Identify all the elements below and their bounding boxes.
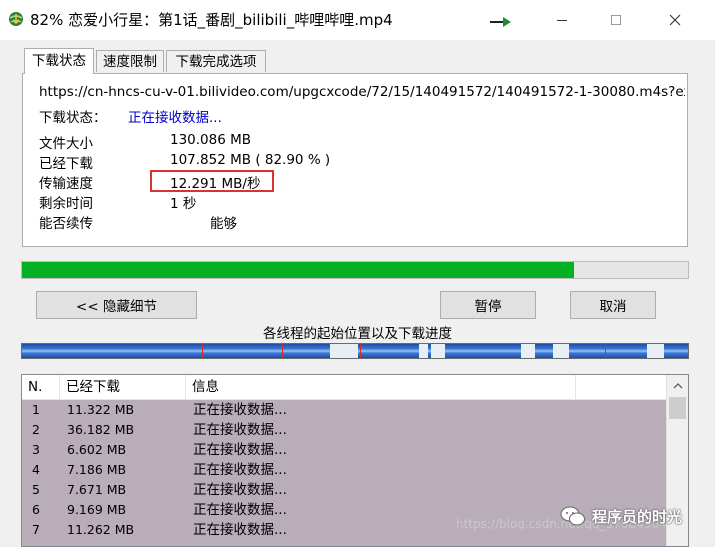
minimize-button[interactable] [539,0,585,40]
close-icon [669,14,681,26]
download-status-panel: https://cn-hncs-cu-v-01.bilivideo.com/up… [22,73,688,247]
row-info: 正在接收数据... [193,462,287,478]
maximize-icon [611,15,621,25]
row-info: 正在接收数据... [193,482,287,498]
downloaded-label: 已经下载 [39,156,93,172]
remaining-time-label: 剩余时间 [39,196,93,212]
threads-title: 各线程的起始位置以及下载进度 [263,326,452,342]
row-downloaded: 9.169 MB [67,502,127,517]
close-button[interactable] [652,0,698,40]
thread-gap [419,344,428,358]
column-header-n[interactable]: N. [22,375,60,399]
speed-value: 12.291 MB/秒 [170,176,261,192]
title-bar: 82% 恋爱小行星：第1话_番剧_bilibili_哔哩哔哩.mp4 [0,0,715,40]
thread-gap [431,344,445,358]
row-number: 7 [32,522,40,537]
thread-gap [553,344,569,358]
cancel-button[interactable]: 取消 [570,291,656,319]
row-number: 2 [32,422,40,437]
pause-button[interactable]: 暂停 [440,291,536,319]
row-number: 1 [32,402,40,417]
list-row[interactable]: 2 36.182 MB 正在接收数据... [22,420,667,440]
minimize-icon [557,20,567,21]
resume-label: 能否续传 [39,216,93,232]
row-info: 正在接收数据... [193,422,287,438]
thread-gap [330,344,358,358]
tab-download-status[interactable]: 下载状态 [24,48,94,74]
download-url: https://cn-hncs-cu-v-01.bilivideo.com/up… [39,84,685,100]
row-downloaded: 36.182 MB [67,422,135,437]
thread-gap [647,344,664,358]
row-info: 正在接收数据... [193,522,287,538]
globe-download-icon [9,12,23,26]
thread-marker [202,344,203,358]
list-row[interactable]: 4 7.186 MB 正在接收数据... [22,460,667,480]
scroll-thumb[interactable] [669,397,686,419]
row-downloaded: 7.186 MB [67,462,127,477]
status-label: 下载状态： [39,110,107,126]
scroll-up-button[interactable] [667,375,688,396]
row-downloaded: 11.322 MB [67,402,135,417]
watermark-brand: 程序员的时光 [560,505,682,527]
resume-value: 能够 [210,216,237,232]
maximize-button[interactable] [593,0,639,40]
chevron-up-icon [673,382,682,388]
list-row[interactable]: 5 7.671 MB 正在接收数据... [22,480,667,500]
tab-speed-limit[interactable]: 速度限制 [96,50,164,72]
speed-label: 传输速度 [39,176,93,192]
downloaded-value: 107.852 MB ( 82.90 % ) [170,152,331,168]
column-header-downloaded[interactable]: 已经下载 [60,375,186,399]
download-progress-fill [22,262,575,278]
row-downloaded: 11.262 MB [67,522,135,537]
list-header: N. 已经下载 信息 [22,375,667,400]
arrow-right-icon[interactable] [490,14,512,28]
thread-progress-bar [21,343,689,359]
row-number: 3 [32,442,40,457]
window-title: 82% 恋爱小行星：第1话_番剧_bilibili_哔哩哔哩.mp4 [30,11,393,29]
list-row[interactable]: 1 11.322 MB 正在接收数据... [22,400,667,420]
thread-marker [282,344,283,358]
remaining-time-value: 1 秒 [170,196,197,212]
list-row[interactable]: 3 6.602 MB 正在接收数据... [22,440,667,460]
file-size-value: 130.086 MB [170,132,252,148]
row-number: 4 [32,462,40,477]
thread-marker [605,344,606,358]
row-downloaded: 6.602 MB [67,442,127,457]
wechat-icon [560,506,585,526]
thread-marker [360,344,361,358]
row-info: 正在接收数据... [193,502,287,518]
column-header-info[interactable]: 信息 [186,375,576,399]
hide-details-button[interactable]: << 隐藏细节 [36,291,197,319]
row-info: 正在接收数据... [193,402,287,418]
row-info: 正在接收数据... [193,442,287,458]
thread-gap [521,344,535,358]
status-value: 正在接收数据... [128,110,222,126]
tab-completion-options[interactable]: 下载完成选项 [166,50,266,72]
watermark-brand-text: 程序员的时光 [592,507,683,526]
download-progress-bar [21,261,689,279]
file-size-label: 文件大小 [39,136,93,152]
row-number: 6 [32,502,40,517]
row-downloaded: 7.671 MB [67,482,127,497]
row-number: 5 [32,482,40,497]
